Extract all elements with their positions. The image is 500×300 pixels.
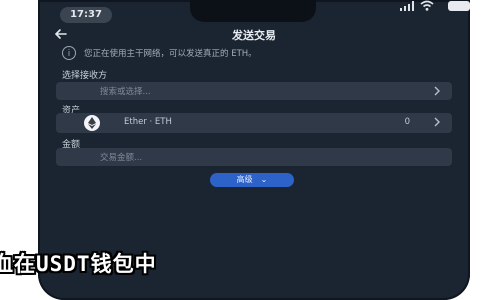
info-icon: i	[62, 46, 76, 60]
notice-text: 您正在使用主干网络，可以发送真正的 ETH。	[84, 49, 257, 59]
wifi-icon	[420, 0, 434, 11]
recipient-placeholder: 搜索或选择...	[100, 87, 151, 97]
asset-select[interactable]: Ether · ETH 0	[56, 113, 452, 133]
advanced-label: 高级	[236, 175, 253, 184]
recipient-label: 选择接收方	[62, 71, 108, 81]
status-bar: 17:37	[38, 0, 470, 26]
status-time: 17:37	[60, 7, 112, 23]
chevron-right-icon	[434, 86, 440, 96]
asset-balance: 0	[404, 117, 410, 127]
page-title: 发送交易	[232, 29, 276, 42]
advanced-button[interactable]: 高级 ⌄	[210, 173, 294, 187]
chevron-down-icon: ⌄	[260, 175, 268, 184]
signal-icon	[400, 1, 414, 11]
battery-icon	[448, 1, 470, 11]
camera-notch	[190, 0, 316, 22]
caption-overlay: 血在USDT钱包中	[0, 252, 157, 276]
amount-placeholder: 交易金额...	[100, 153, 143, 163]
amount-input[interactable]: 交易金额...	[56, 148, 452, 166]
chevron-right-icon	[434, 117, 440, 127]
asset-token: Ether · ETH	[124, 117, 172, 127]
recipient-select[interactable]: 搜索或选择...	[56, 82, 452, 100]
top-bar: 发送交易	[38, 24, 470, 44]
ether-icon	[84, 115, 100, 131]
network-notice: i 您正在使用主干网络，可以发送真正的 ETH。	[62, 46, 452, 62]
